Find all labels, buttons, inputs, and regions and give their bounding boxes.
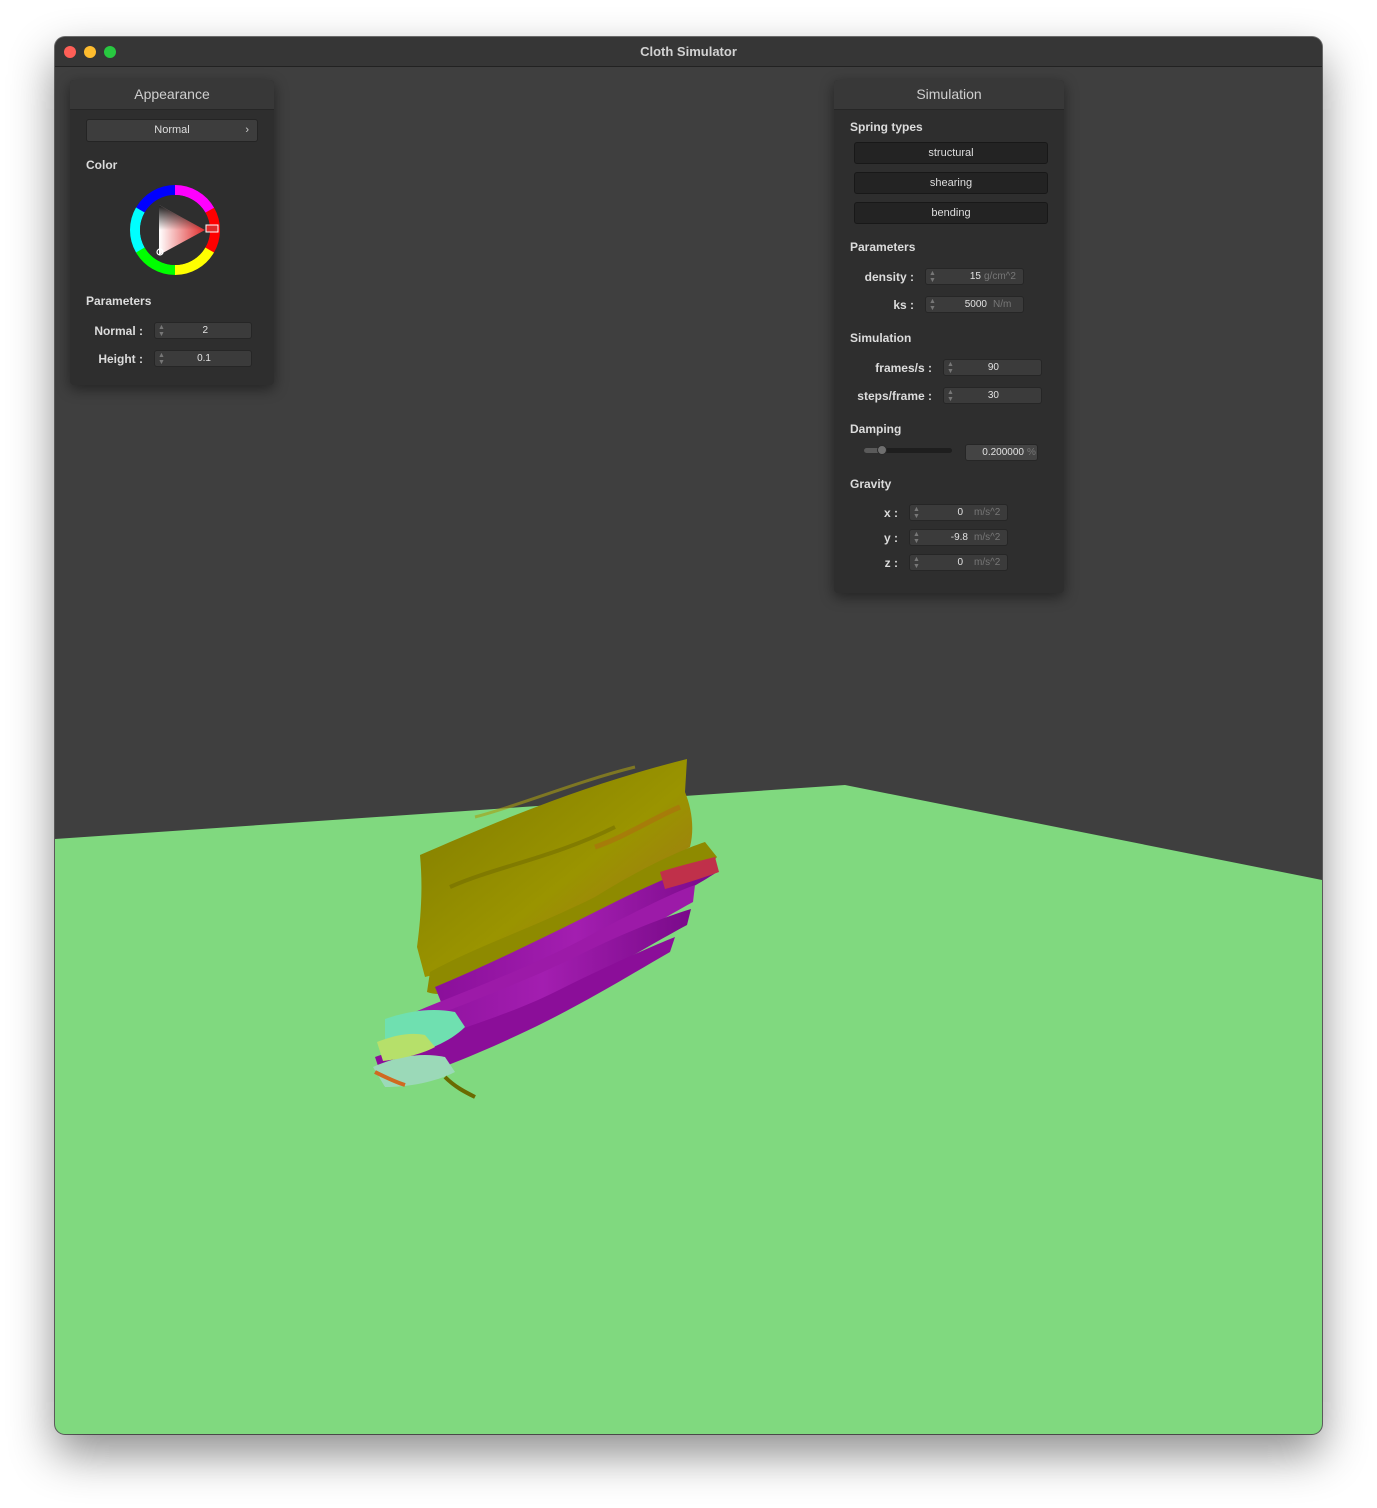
- app-window: Cloth Simulator Appearance Normal › Colo…: [55, 37, 1322, 1434]
- sim-params-label: Parameters: [850, 240, 916, 254]
- steps-per-frame-value: 30: [987, 390, 999, 401]
- damping-value: 0.200000: [982, 447, 1024, 458]
- steps-per-frame-input[interactable]: ▲ ▼ 30: [943, 387, 1042, 404]
- fps-input[interactable]: ▲ ▼ 90: [943, 359, 1042, 376]
- spinner-icon[interactable]: ▲ ▼: [947, 361, 954, 375]
- shader-select[interactable]: Normal ›: [86, 119, 258, 142]
- chevron-right-icon: ›: [245, 124, 249, 136]
- spinner-icon[interactable]: ▲ ▼: [913, 506, 920, 520]
- spinner-icon[interactable]: ▲ ▼: [158, 324, 165, 338]
- steps-per-frame-label: steps/frame :: [857, 389, 932, 403]
- spinner-icon[interactable]: ▲ ▼: [947, 389, 954, 403]
- bending-toggle[interactable]: bending: [854, 202, 1048, 224]
- ks-input[interactable]: ▲ ▼ 5000 N/m: [925, 296, 1024, 313]
- gravity-z-value: 0: [957, 557, 963, 568]
- simulation-panel: Simulation Spring types structural shear…: [834, 80, 1064, 593]
- damping-slider-track[interactable]: [864, 445, 952, 455]
- structural-toggle[interactable]: structural: [854, 142, 1048, 164]
- damping-unit: %: [1027, 447, 1036, 458]
- gravity-z-label: z :: [884, 556, 898, 570]
- gravity-z-unit: m/s^2: [974, 557, 1001, 568]
- density-unit: g/cm^2: [984, 271, 1016, 282]
- ks-unit: N/m: [993, 299, 1012, 310]
- density-input[interactable]: ▲ ▼ 15 g/cm^2: [925, 268, 1024, 285]
- title-bar: Cloth Simulator: [55, 37, 1322, 67]
- ks-value: 5000: [964, 299, 987, 310]
- appearance-params-label: Parameters: [86, 294, 152, 308]
- simulation-section-label: Simulation: [850, 331, 912, 345]
- fps-label: frames/s :: [875, 361, 932, 375]
- gravity-x-unit: m/s^2: [974, 507, 1001, 518]
- density-label: density :: [864, 270, 914, 284]
- spinner-icon[interactable]: ▲ ▼: [158, 352, 165, 366]
- height-value: 0.1: [197, 353, 211, 364]
- normal-value: 2: [202, 325, 208, 336]
- ks-label: ks :: [893, 298, 914, 312]
- appearance-panel: Appearance Normal › Color Parameters Nor…: [70, 80, 274, 385]
- gravity-y-value: -9.8: [950, 532, 968, 543]
- spinner-icon[interactable]: ▲ ▼: [929, 270, 936, 284]
- damping-input[interactable]: 0.200000 %: [965, 444, 1038, 461]
- color-section-label: Color: [86, 158, 118, 172]
- gravity-y-unit: m/s^2: [974, 532, 1001, 543]
- gravity-x-value: 0: [957, 507, 963, 518]
- 3d-viewport[interactable]: Appearance Normal › Color Parameters Nor…: [55, 67, 1322, 1434]
- gravity-y-label: y :: [883, 531, 898, 545]
- normal-label: Normal :: [94, 324, 143, 338]
- height-input[interactable]: ▲ ▼ 0.1: [154, 350, 252, 367]
- spring-types-label: Spring types: [850, 120, 923, 134]
- simulation-panel-title: Simulation: [834, 80, 1064, 110]
- spinner-icon[interactable]: ▲ ▼: [929, 298, 936, 312]
- height-label: Height :: [98, 352, 143, 366]
- color-wheel[interactable]: [129, 184, 221, 276]
- normal-input[interactable]: ▲ ▼ 2: [154, 322, 252, 339]
- gravity-y-input[interactable]: ▲ ▼ -9.8 m/s^2: [909, 529, 1008, 546]
- gravity-x-input[interactable]: ▲ ▼ 0 m/s^2: [909, 504, 1008, 521]
- gravity-z-input[interactable]: ▲ ▼ 0 m/s^2: [909, 554, 1008, 571]
- spinner-icon[interactable]: ▲ ▼: [913, 531, 920, 545]
- shader-select-value: Normal: [154, 124, 190, 136]
- appearance-panel-title: Appearance: [70, 80, 274, 110]
- gravity-x-label: x :: [883, 506, 898, 520]
- shearing-toggle[interactable]: shearing: [854, 172, 1048, 194]
- gravity-label: Gravity: [850, 477, 892, 491]
- damping-slider-handle[interactable]: [876, 445, 887, 455]
- spinner-icon[interactable]: ▲ ▼: [913, 556, 920, 570]
- fps-value: 90: [987, 362, 999, 373]
- damping-label: Damping: [850, 422, 902, 436]
- density-value: 15: [969, 271, 981, 282]
- window-title: Cloth Simulator: [640, 44, 737, 59]
